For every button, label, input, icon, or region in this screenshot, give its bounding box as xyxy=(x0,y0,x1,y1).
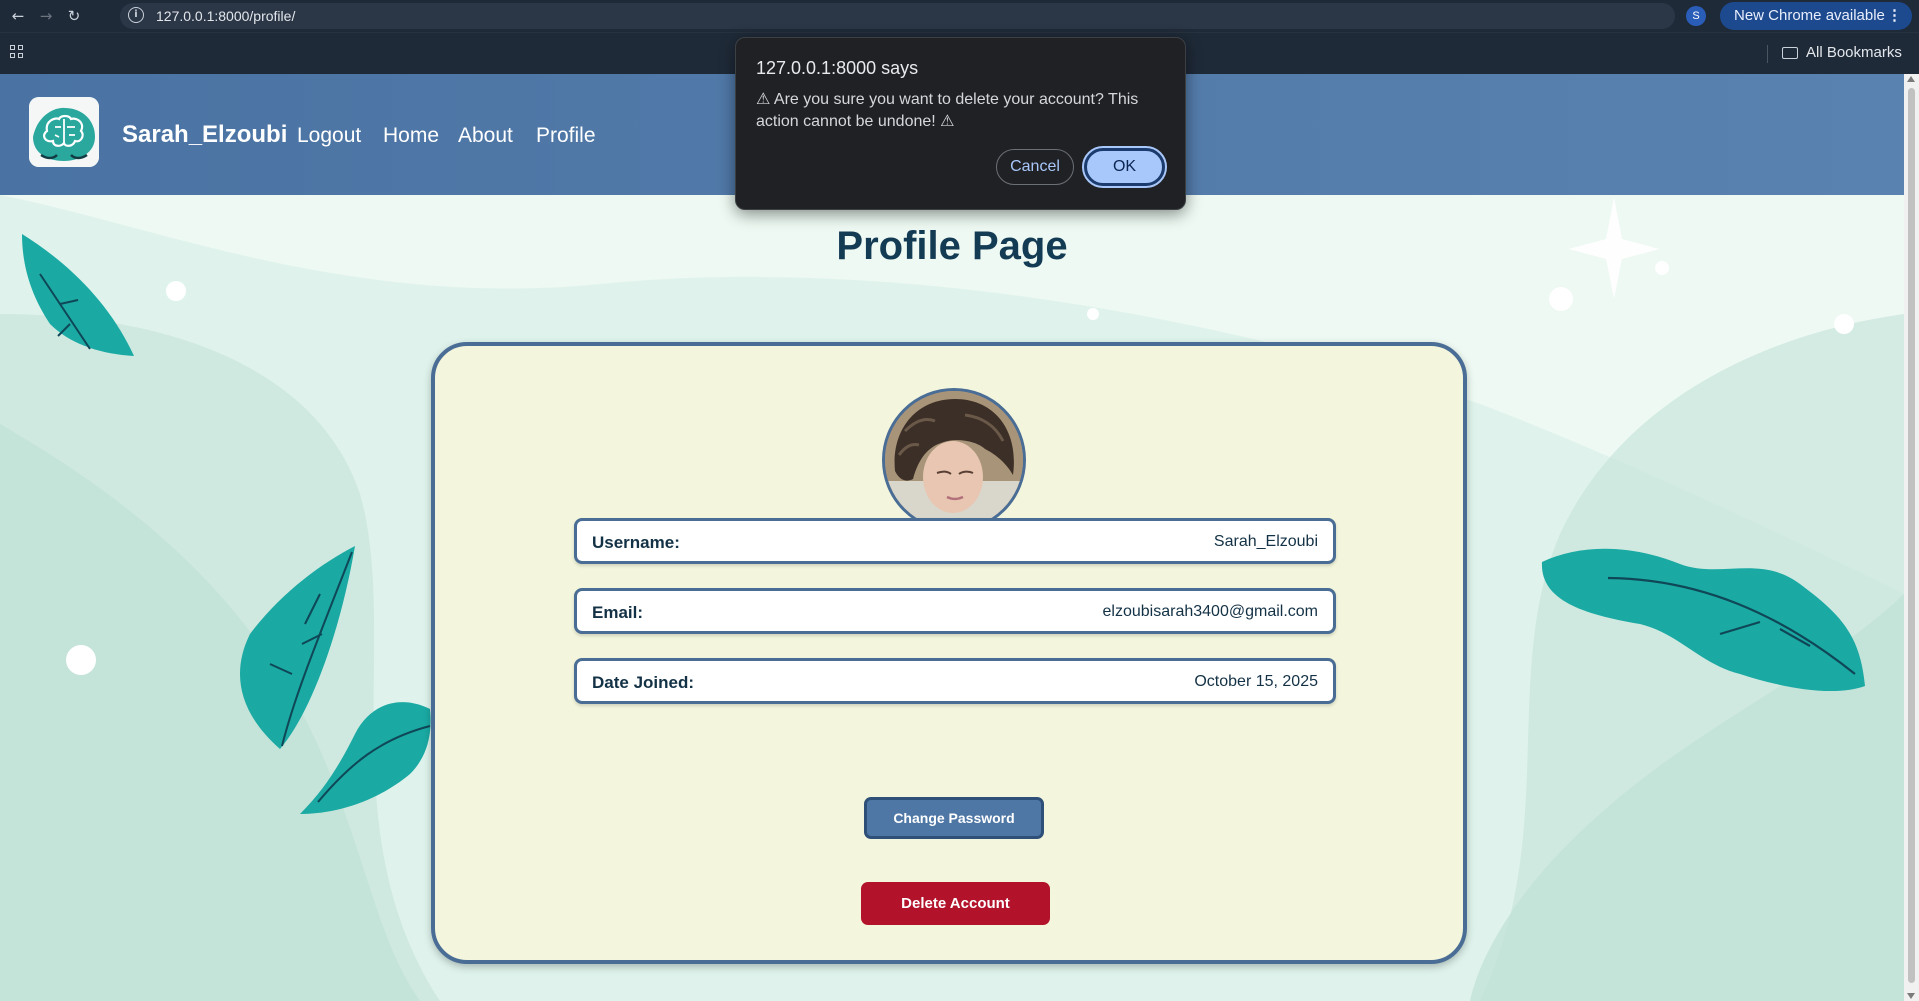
dialog-cancel-button[interactable]: Cancel xyxy=(996,149,1074,185)
back-arrow-icon[interactable]: ← xyxy=(8,6,28,26)
nav-logout[interactable]: Logout xyxy=(297,124,361,148)
username-field: Username: Sarah_Elzoubi xyxy=(574,518,1336,564)
page-viewport: Sarah_Elzoubi Logout Home About Profile … xyxy=(0,74,1904,1001)
address-url: 127.0.0.1:8000/profile/ xyxy=(156,8,296,24)
brain-logo-icon[interactable] xyxy=(29,97,99,167)
dialog-title: 127.0.0.1:8000 says xyxy=(756,58,919,78)
forward-arrow-icon[interactable]: → xyxy=(36,6,56,26)
scroll-down-arrow-icon[interactable] xyxy=(1907,993,1915,999)
confirm-dialog: 127.0.0.1:8000 says ⚠ Are you sure you w… xyxy=(735,37,1186,210)
change-password-button[interactable]: Change Password xyxy=(864,797,1044,839)
profile-photo xyxy=(882,388,1026,532)
browser-toolbar: ← → ↻ i 127.0.0.1:8000/profile/ ☆ S New … xyxy=(0,0,1919,32)
site-brand[interactable]: Sarah_Elzoubi xyxy=(122,121,287,149)
email-field: Email: elzoubisarah3400@gmail.com xyxy=(574,588,1336,634)
reload-icon[interactable]: ↻ xyxy=(64,6,84,26)
date-joined-field: Date Joined: October 15, 2025 xyxy=(574,658,1336,704)
address-bar[interactable]: i 127.0.0.1:8000/profile/ ☆ xyxy=(120,3,1771,29)
menu-dots-icon: ⋮ xyxy=(1887,7,1902,24)
nav-profile[interactable]: Profile xyxy=(536,124,596,148)
email-value: elzoubisarah3400@gmail.com xyxy=(1102,603,1318,620)
folder-icon xyxy=(1782,47,1798,59)
chrome-update-button[interactable]: New Chrome available ⋮ xyxy=(1720,2,1912,30)
apps-grid-icon[interactable] xyxy=(10,45,26,61)
chrome-update-label: New Chrome available xyxy=(1734,7,1885,24)
page-title: Profile Page xyxy=(836,224,1068,268)
all-bookmarks-link[interactable]: All Bookmarks xyxy=(1806,44,1902,61)
profile-card: Username: Sarah_Elzoubi Email: elzoubisa… xyxy=(431,342,1467,964)
nav-home[interactable]: Home xyxy=(383,124,439,148)
site-info-icon[interactable]: i xyxy=(128,7,144,23)
nav-about[interactable]: About xyxy=(458,124,513,148)
delete-account-button[interactable]: Delete Account xyxy=(861,882,1050,925)
date-joined-label: Date Joined: xyxy=(592,673,695,692)
dialog-message: ⚠ Are you sure you want to delete your a… xyxy=(756,91,1139,130)
scrollbar-thumb[interactable] xyxy=(1908,88,1915,983)
username-value: Sarah_Elzoubi xyxy=(1213,533,1318,550)
email-label: Email: xyxy=(592,603,644,622)
profile-avatar[interactable]: S xyxy=(1686,6,1706,26)
date-joined-value: October 15, 2025 xyxy=(1194,673,1318,690)
scroll-up-arrow-icon[interactable] xyxy=(1907,76,1915,82)
username-label: Username: xyxy=(592,533,680,552)
dialog-ok-button[interactable]: OK xyxy=(1082,146,1167,188)
bookmarks-separator xyxy=(1767,45,1768,63)
page-scrollbar[interactable] xyxy=(1904,74,1919,1001)
